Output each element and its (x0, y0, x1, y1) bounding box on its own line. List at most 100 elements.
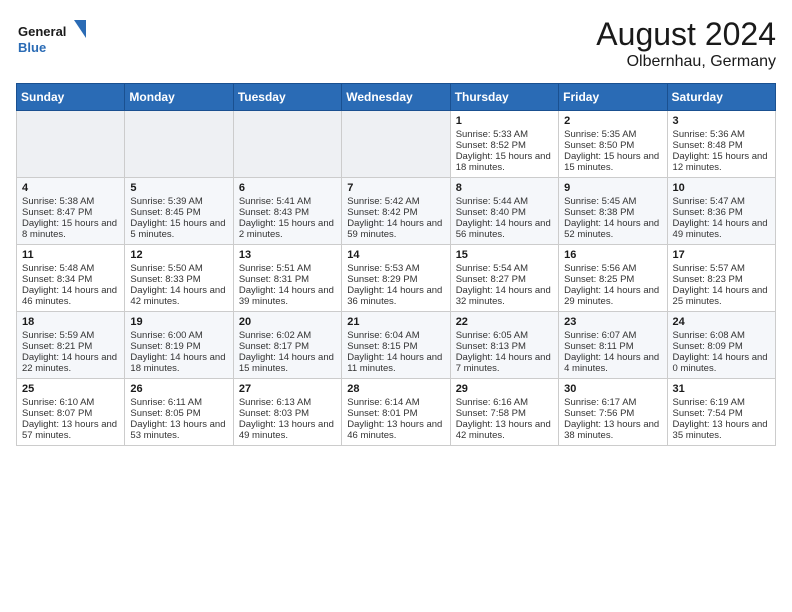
cell-text: Daylight: 15 hours and 15 minutes. (564, 151, 661, 173)
calendar-cell: 23Sunrise: 6:07 AMSunset: 8:11 PMDayligh… (559, 312, 667, 379)
cell-text: Daylight: 13 hours and 42 minutes. (456, 419, 553, 441)
cell-text: Sunset: 8:27 PM (456, 274, 553, 285)
calendar-week-3: 11Sunrise: 5:48 AMSunset: 8:34 PMDayligh… (17, 245, 776, 312)
cell-text: Sunset: 7:58 PM (456, 408, 553, 419)
location: Olbernhau, Germany (596, 53, 776, 71)
calendar-cell: 17Sunrise: 5:57 AMSunset: 8:23 PMDayligh… (667, 245, 775, 312)
cell-text: Sunrise: 6:14 AM (347, 397, 444, 408)
calendar-cell: 9Sunrise: 5:45 AMSunset: 8:38 PMDaylight… (559, 178, 667, 245)
calendar-cell: 3Sunrise: 5:36 AMSunset: 8:48 PMDaylight… (667, 111, 775, 178)
calendar-week-1: 1Sunrise: 5:33 AMSunset: 8:52 PMDaylight… (17, 111, 776, 178)
day-number: 9 (564, 182, 661, 194)
calendar-cell: 1Sunrise: 5:33 AMSunset: 8:52 PMDaylight… (450, 111, 558, 178)
calendar-cell (17, 111, 125, 178)
cell-text: Daylight: 14 hours and 7 minutes. (456, 352, 553, 374)
day-header-tuesday: Tuesday (233, 84, 341, 111)
cell-text: Sunrise: 5:48 AM (22, 263, 119, 274)
calendar-cell: 2Sunrise: 5:35 AMSunset: 8:50 PMDaylight… (559, 111, 667, 178)
cell-text: Sunrise: 5:44 AM (456, 196, 553, 207)
cell-text: Daylight: 14 hours and 32 minutes. (456, 285, 553, 307)
cell-text: Daylight: 14 hours and 22 minutes. (22, 352, 119, 374)
cell-text: Sunset: 8:01 PM (347, 408, 444, 419)
calendar-cell: 31Sunrise: 6:19 AMSunset: 7:54 PMDayligh… (667, 379, 775, 446)
calendar-cell: 16 Sunrise: 5:56 AMSunset: 8:25 PMDayligh… (559, 245, 667, 312)
calendar-cell: 20Sunrise: 6:02 AMSunset: 8:17 PMDayligh… (233, 312, 341, 379)
cell-text: Sunset: 8:42 PM (347, 207, 444, 218)
day-number: 18 (22, 316, 119, 328)
cell-text: Sunrise: 5:47 AM (673, 196, 770, 207)
cell-text: Sunrise: 6:11 AM (130, 397, 227, 408)
cell-text: Sunset: 8:34 PM (22, 274, 119, 285)
calendar-cell (342, 111, 450, 178)
cell-text: Daylight: 14 hours and 29 minutes. (564, 285, 661, 307)
cell-text: Sunrise: 5:50 AM (130, 263, 227, 274)
cell-text: Sunset: 8:25 PM (564, 274, 661, 285)
cell-text: Sunset: 8:31 PM (239, 274, 336, 285)
cell-text: Sunrise: 6:04 AM (347, 330, 444, 341)
cell-text: Sunset: 8:23 PM (673, 274, 770, 285)
cell-text: Daylight: 14 hours and 59 minutes. (347, 218, 444, 240)
day-number: 25 (22, 383, 119, 395)
cell-text: Sunset: 8:48 PM (673, 140, 770, 151)
calendar-cell: 30Sunrise: 6:17 AMSunset: 7:56 PMDayligh… (559, 379, 667, 446)
day-number: 23 (564, 316, 661, 328)
cell-text: Sunset: 8:21 PM (22, 341, 119, 352)
cell-text: Sunrise: 6:00 AM (130, 330, 227, 341)
calendar-cell: 18 Sunrise: 5:59 AMSunset: 8:21 PMDayligh… (17, 312, 125, 379)
calendar-cell: 10 Sunrise: 5:47 AMSunset: 8:36 PMDayligh… (667, 178, 775, 245)
day-header-thursday: Thursday (450, 84, 558, 111)
cell-text: Sunrise: 5:56 AM (564, 263, 661, 274)
cell-text: Daylight: 14 hours and 49 minutes. (673, 218, 770, 240)
cell-text: Sunrise: 6:10 AM (22, 397, 119, 408)
calendar-cell: 19Sunrise: 6:00 AMSunset: 8:19 PMDayligh… (125, 312, 233, 379)
cell-text: Sunset: 8:36 PM (673, 207, 770, 218)
month-year: August 2024 (596, 16, 776, 53)
cell-text: Sunset: 8:52 PM (456, 140, 553, 151)
cell-text: Daylight: 14 hours and 0 minutes. (673, 352, 770, 374)
calendar-table: SundayMondayTuesdayWednesdayThursdayFrid… (16, 83, 776, 446)
calendar-cell: 26Sunrise: 6:11 AMSunset: 8:05 PMDayligh… (125, 379, 233, 446)
cell-text: Sunset: 8:38 PM (564, 207, 661, 218)
cell-text: Daylight: 15 hours and 5 minutes. (130, 218, 227, 240)
day-number: 16 (564, 249, 661, 261)
day-number: 2 (564, 115, 661, 127)
calendar-cell: 6Sunrise: 5:41 AMSunset: 8:43 PMDaylight… (233, 178, 341, 245)
cell-text: Daylight: 15 hours and 12 minutes. (673, 151, 770, 173)
day-header-monday: Monday (125, 84, 233, 111)
cell-text: Daylight: 14 hours and 25 minutes. (673, 285, 770, 307)
cell-text: Sunset: 8:09 PM (673, 341, 770, 352)
logo-svg: General Blue (16, 16, 86, 61)
day-header-wednesday: Wednesday (342, 84, 450, 111)
cell-text: Daylight: 14 hours and 42 minutes. (130, 285, 227, 307)
calendar-cell: 8Sunrise: 5:44 AMSunset: 8:40 PMDaylight… (450, 178, 558, 245)
cell-text: Sunset: 8:03 PM (239, 408, 336, 419)
cell-text: Daylight: 13 hours and 57 minutes. (22, 419, 119, 441)
day-number: 5 (130, 182, 227, 194)
day-number: 29 (456, 383, 553, 395)
cell-text: Daylight: 15 hours and 18 minutes. (456, 151, 553, 173)
cell-text: Daylight: 14 hours and 11 minutes. (347, 352, 444, 374)
day-number: 3 (673, 115, 770, 127)
logo: General Blue (16, 16, 86, 61)
cell-text: Sunrise: 5:35 AM (564, 129, 661, 140)
calendar-cell: 27Sunrise: 6:13 AMSunset: 8:03 PMDayligh… (233, 379, 341, 446)
calendar-week-4: 18Sunrise: 5:59 AMSunset: 8:21 PMDayligh… (17, 312, 776, 379)
cell-text: Daylight: 13 hours and 38 minutes. (564, 419, 661, 441)
calendar-week-2: 4Sunrise: 5:38 AMSunset: 8:47 PMDaylight… (17, 178, 776, 245)
day-number: 10 (673, 182, 770, 194)
cell-text: Sunset: 8:40 PM (456, 207, 553, 218)
day-number: 21 (347, 316, 444, 328)
svg-text:General: General (18, 24, 66, 39)
cell-text: Daylight: 14 hours and 36 minutes. (347, 285, 444, 307)
cell-text: Sunrise: 5:53 AM (347, 263, 444, 274)
page-header: General Blue August 2024 Olbernhau, Germ… (16, 16, 776, 71)
calendar-cell: 14Sunrise: 5:53 AMSunset: 8:29 PMDayligh… (342, 245, 450, 312)
day-number: 1 (456, 115, 553, 127)
cell-text: Sunset: 8:43 PM (239, 207, 336, 218)
cell-text: Sunset: 8:19 PM (130, 341, 227, 352)
cell-text: Sunset: 8:33 PM (130, 274, 227, 285)
cell-text: Sunset: 8:05 PM (130, 408, 227, 419)
cell-text: Sunrise: 5:59 AM (22, 330, 119, 341)
day-number: 4 (22, 182, 119, 194)
calendar-cell: 24Sunrise: 6:08 AMSunset: 8:09 PMDayligh… (667, 312, 775, 379)
